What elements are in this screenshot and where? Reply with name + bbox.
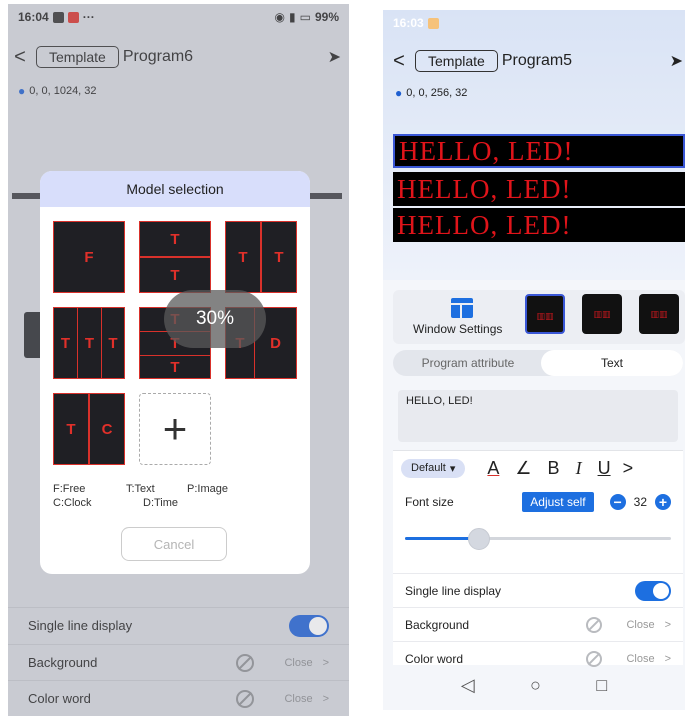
notification-icon: [427, 17, 439, 29]
single-line-label: Single line display: [405, 583, 502, 598]
font-size-slider[interactable]: [405, 528, 671, 550]
stroke-icon[interactable]: ∠: [515, 458, 531, 479]
plus-icon: +: [162, 405, 188, 452]
program-title: Program5: [501, 52, 573, 69]
legend-time: D:Time: [143, 497, 179, 509]
template-cell: T: [53, 393, 89, 465]
window-settings-card: Window Settings ▥▥ ▥▥ ▥▥: [393, 290, 685, 344]
color-word-label: Color word: [405, 651, 464, 666]
system-home-icon[interactable]: ○: [530, 675, 541, 696]
led-preview-line: HELLO, LED!: [393, 208, 685, 242]
underline-icon[interactable]: U: [598, 458, 611, 479]
right-nav-bar: < Template Program5 ➤: [383, 46, 685, 76]
font-select-value: Default: [411, 462, 446, 474]
bold-icon[interactable]: B: [548, 458, 560, 479]
right-status-bar: 16:03: [383, 10, 685, 36]
template-cell: T: [139, 257, 211, 293]
status-time: 16:03: [393, 16, 424, 30]
template-cell: T: [139, 221, 211, 257]
font-size-row: Font size Adjust self − 32 +: [393, 485, 683, 519]
coords-text: 0, 0, 256, 32: [406, 87, 468, 99]
program-thumbnail[interactable]: ▥▥: [582, 294, 622, 334]
attribute-tabs: Program attribute Text: [393, 350, 683, 376]
template-cell: F: [84, 248, 94, 266]
cancel-button[interactable]: Cancel: [121, 527, 227, 561]
caret-down-icon: ▾: [449, 462, 456, 475]
template-cell: T: [101, 307, 125, 379]
location-pin-icon: ●: [395, 86, 403, 100]
send-icon[interactable]: ➤: [670, 51, 683, 71]
italic-icon[interactable]: I: [576, 458, 582, 479]
program-thumbnail[interactable]: ▥▥: [525, 294, 565, 334]
template-text-text-side[interactable]: T T: [225, 221, 297, 293]
legend-free: F:Free: [53, 483, 86, 495]
template-button[interactable]: Template: [415, 50, 498, 72]
font-size-value: 32: [633, 495, 647, 509]
minus-icon[interactable]: −: [609, 494, 626, 510]
tab-text[interactable]: Text: [541, 350, 683, 376]
window-settings-label[interactable]: Window Settings: [413, 322, 502, 336]
font-size-label: Font size: [405, 495, 454, 509]
template-cell: C: [89, 393, 125, 465]
text-color-icon[interactable]: A: [487, 458, 499, 479]
background-value: Close: [626, 618, 655, 631]
more-formats-icon[interactable]: >: [623, 458, 634, 479]
background-row[interactable]: Background Close >: [393, 607, 683, 641]
chevron-right-icon: >: [664, 618, 671, 631]
window-layout-icon[interactable]: [451, 298, 473, 318]
right-phone-screen: 16:03 < Template Program5 ➤ ● 0, 0, 256,…: [383, 10, 685, 710]
single-line-toggle[interactable]: [635, 580, 671, 601]
slider-thumb[interactable]: [468, 528, 491, 550]
chevron-right-icon: >: [664, 652, 671, 665]
template-text-clock[interactable]: T C: [53, 393, 125, 465]
single-line-row: Single line display: [393, 573, 683, 607]
template-three-columns[interactable]: T T T: [53, 307, 125, 379]
led-preview-line[interactable]: HELLO, LED!: [393, 134, 685, 168]
template-cell: T: [53, 307, 78, 379]
coords-readout: ● 0, 0, 256, 32: [395, 86, 467, 100]
no-color-icon: [586, 616, 603, 633]
program-thumbnail[interactable]: ▥▥: [639, 294, 679, 334]
system-navigation-bar: ◁ ○ □: [383, 665, 685, 705]
template-cell: T: [77, 307, 102, 379]
system-recent-icon[interactable]: □: [596, 675, 607, 696]
template-free[interactable]: F: [53, 221, 125, 293]
color-word-value: Close: [626, 652, 655, 665]
template-cell: T: [139, 355, 211, 379]
font-select[interactable]: Default ▾: [401, 458, 466, 478]
tab-program-attribute[interactable]: Program attribute: [393, 350, 543, 376]
dialog-header: Model selection: [40, 171, 310, 207]
system-back-icon[interactable]: ◁: [461, 675, 475, 696]
adjust-self-button[interactable]: Adjust self: [522, 492, 594, 512]
template-cell: T: [261, 221, 297, 293]
add-template-button[interactable]: +: [139, 393, 211, 465]
legend-text: T:Text: [126, 483, 155, 495]
dialog-title: Model selection: [126, 181, 224, 197]
led-preview-line: HELLO, LED!: [393, 172, 685, 206]
template-cell: T: [225, 221, 261, 293]
text-content-input[interactable]: HELLO, LED!: [398, 390, 678, 442]
legend-clock: C:Clock: [53, 497, 92, 509]
background-label: Background: [405, 617, 470, 632]
template-text-text-stacked[interactable]: T T: [139, 221, 211, 293]
model-selection-dialog: Model selection F T T T T T T T T T T T …: [40, 171, 310, 574]
progress-overlay: 30%: [164, 290, 266, 348]
text-format-toolbar: Default ▾ A ∠ B I U >: [393, 450, 683, 485]
text-settings-panel: Font size Adjust self − 32 + Single line…: [393, 485, 683, 667]
legend-image: P:Image: [187, 483, 228, 495]
plus-icon[interactable]: +: [655, 494, 671, 510]
back-icon[interactable]: <: [387, 50, 411, 73]
left-phone-screen: 16:04 ··· ◉ ▮ ▭ 99% < Template Program6 …: [8, 4, 349, 716]
